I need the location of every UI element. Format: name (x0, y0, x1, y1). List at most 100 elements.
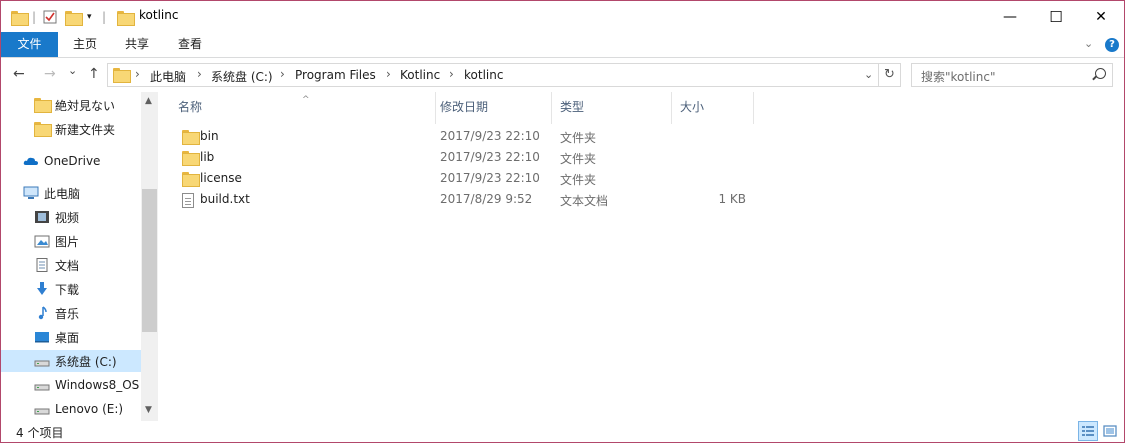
file-date: 2017/8/29 9:52 (440, 192, 533, 206)
sidebar-item[interactable]: 视频 (1, 206, 141, 228)
sidebar-item[interactable]: 图片 (1, 230, 141, 252)
column-header-date[interactable]: 修改日期 (432, 92, 552, 124)
sidebar-item[interactable]: 下载 (1, 278, 141, 300)
sidebar-item[interactable]: OneDrive (1, 150, 141, 172)
folder-icon (182, 151, 200, 167)
file-date: 2017/9/23 22:10 (440, 171, 540, 185)
text-file-icon (182, 193, 194, 211)
new-folder-icon[interactable] (65, 7, 83, 27)
tab-file[interactable]: 文件 (1, 32, 58, 57)
breadcrumb-separator[interactable]: › (197, 67, 202, 81)
breadcrumb-separator[interactable]: › (280, 67, 285, 81)
breadcrumb-separator[interactable]: › (386, 67, 391, 81)
file-date: 2017/9/23 22:10 (440, 150, 540, 164)
folder-icon (34, 98, 52, 113)
details-view-icon (1082, 426, 1094, 436)
sidebar-item-label: 新建文件夹 (55, 122, 116, 137)
maximize-button[interactable]: ☐ (1033, 1, 1079, 32)
tab-view[interactable]: 查看 (173, 32, 207, 57)
window-title: kotlinc (139, 8, 179, 22)
search-input[interactable]: 搜索"kotlinc" (921, 68, 995, 85)
file-type: 文本文档 (560, 194, 609, 208)
file-row[interactable]: build.txt 2017/8/29 9:52 文本文档 1 KB (166, 189, 756, 210)
explorer-window: | ▾ | kotlinc — ☐ ✕ 文件 主页 共享 查看 ⌄ ? ← → … (0, 0, 1125, 443)
computer-icon (23, 186, 39, 200)
search-box[interactable]: 搜索"kotlinc" (911, 63, 1113, 87)
close-button[interactable]: ✕ (1078, 1, 1124, 32)
customize-toolbar-icon[interactable]: ▾ (87, 7, 92, 27)
large-icons-view-button[interactable] (1100, 421, 1120, 441)
sidebar-item-label: 视频 (55, 210, 80, 225)
folder-icon (182, 172, 200, 188)
sidebar-item-label: 图片 (55, 234, 80, 249)
item-count: 4 个项目 (16, 426, 64, 440)
minimize-button[interactable]: — (987, 1, 1033, 32)
file-row[interactable]: lib 2017/9/23 22:10 文件夹 (166, 147, 756, 168)
address-row: ← → ⌄ ↑ › 此电脑 › 系统盘 (C:) › Program Files… (1, 58, 1124, 92)
sidebar-item[interactable]: 新建文件夹 (1, 118, 141, 140)
breadcrumb-program-files[interactable]: Program Files (295, 68, 376, 82)
recent-locations-button[interactable]: ⌄ (68, 64, 77, 77)
column-header-name[interactable]: ^ 名称 (170, 92, 436, 124)
sidebar-item[interactable]: Lenovo (E:) (1, 398, 141, 420)
file-name: license (200, 171, 242, 185)
breadcrumb-separator[interactable]: › (449, 67, 454, 81)
sidebar-item[interactable]: 系统盘 (C:) (1, 350, 141, 372)
sidebar-item-label: 文档 (55, 258, 80, 273)
scroll-up-icon[interactable]: ▲ (145, 96, 152, 106)
separator: | (102, 10, 107, 24)
sidebar-item[interactable]: Windows8_OS (1, 374, 141, 396)
location-folder-icon (113, 68, 131, 84)
sidebar-item[interactable]: 文档 (1, 254, 141, 276)
documents-icon (34, 258, 50, 272)
back-button[interactable]: ← (13, 66, 25, 82)
scroll-thumb[interactable] (142, 189, 157, 332)
sidebar-item-label: 絶対見ない (55, 98, 116, 113)
file-list: ^ 名称 修改日期 类型 大小 bin 2017/9/23 22:10 文件夹 lib… (166, 92, 1124, 421)
address-bar[interactable]: › 此电脑 › 系统盘 (C:) › Program Files › Kotli… (107, 63, 901, 87)
sidebar-item-label: 下载 (55, 282, 80, 297)
file-name: bin (200, 129, 219, 143)
status-bar: 4 个项目 (1, 421, 1124, 442)
title-bar: | ▾ | kotlinc — ☐ ✕ (1, 1, 1124, 32)
drive-icon (34, 378, 50, 392)
sidebar-item-label: 桌面 (55, 330, 80, 345)
scroll-down-icon[interactable]: ▼ (145, 405, 152, 415)
nav-scrollbar[interactable]: ▲ ▼ (141, 92, 158, 421)
folder-icon (182, 130, 200, 146)
sidebar-item-label: 音乐 (55, 306, 80, 321)
file-row[interactable]: license 2017/9/23 22:10 文件夹 (166, 168, 756, 189)
search-icon[interactable] (1095, 68, 1106, 79)
file-type: 文件夹 (560, 173, 597, 187)
column-header-type[interactable]: 类型 (552, 92, 672, 124)
file-row[interactable]: bin 2017/9/23 22:10 文件夹 (166, 126, 756, 147)
forward-button[interactable]: → (44, 66, 56, 82)
breadcrumb-separator[interactable]: › (135, 67, 140, 81)
breadcrumb-this-pc[interactable]: 此电脑 (150, 68, 186, 85)
sidebar-item-label: 系统盘 (C:) (55, 354, 117, 369)
sidebar-item[interactable]: 音乐 (1, 302, 141, 324)
refresh-button[interactable]: ↻ (878, 64, 900, 86)
sidebar-item[interactable]: 此电脑 (1, 182, 141, 204)
pictures-icon (34, 234, 50, 248)
navigation-pane: 絶対見ない新建文件夹 OneDrive 此电脑视频图片文档下载音乐桌面系统盘 (C:… (1, 92, 158, 421)
breadcrumb-system-drive[interactable]: 系统盘 (C:) (211, 68, 273, 85)
breadcrumb-kotlinc-parent[interactable]: Kotlinc (400, 68, 440, 82)
address-history-icon[interactable]: ⌄ (864, 68, 873, 81)
sidebar-item[interactable]: 桌面 (1, 326, 141, 348)
download-icon (34, 282, 50, 296)
expand-ribbon-icon[interactable]: ⌄ (1084, 37, 1093, 50)
column-header-size[interactable]: 大小 (672, 92, 754, 124)
window-folder-icon (117, 7, 135, 27)
breadcrumb-kotlinc[interactable]: kotlinc (464, 68, 503, 82)
tab-home[interactable]: 主页 (68, 32, 102, 57)
sort-ascending-icon: ^ (302, 95, 310, 105)
up-button[interactable]: ↑ (88, 66, 100, 82)
file-type: 文件夹 (560, 152, 597, 166)
sidebar-item[interactable]: 絶対見ない (1, 94, 141, 116)
help-icon[interactable]: ? (1105, 38, 1119, 52)
details-view-button[interactable] (1078, 421, 1098, 441)
tab-share[interactable]: 共享 (120, 32, 154, 57)
properties-icon[interactable] (43, 7, 57, 27)
onedrive-icon (23, 154, 39, 168)
